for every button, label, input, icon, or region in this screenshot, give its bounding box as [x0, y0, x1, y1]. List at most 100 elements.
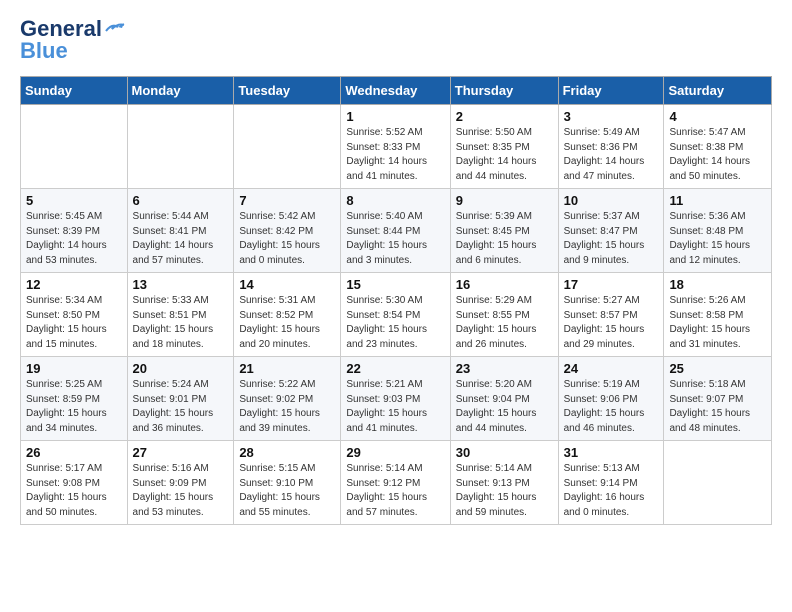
day-number: 23: [456, 361, 553, 376]
day-cell: 24 Sunrise: 5:19 AM Sunset: 9:06 PM Dayli…: [558, 357, 664, 441]
header: General Blue: [20, 16, 772, 64]
day-cell: 30 Sunrise: 5:14 AM Sunset: 9:13 PM Dayli…: [450, 441, 558, 525]
day-info: Sunrise: 5:52 AM Sunset: 8:33 PM Dayligh…: [346, 126, 444, 184]
day-number: 12: [26, 277, 122, 292]
week-row-3: 12 Sunrise: 5:34 AM Sunset: 8:50 PM Dayli…: [21, 273, 772, 357]
day-cell: 28 Sunrise: 5:15 AM Sunset: 9:10 PM Dayli…: [234, 441, 341, 525]
day-cell: [127, 105, 234, 189]
day-cell: 17 Sunrise: 5:27 AM Sunset: 8:57 PM Dayli…: [558, 273, 664, 357]
weekday-monday: Monday: [127, 77, 234, 105]
day-info: Sunrise: 5:40 AM Sunset: 8:44 PM Dayligh…: [346, 210, 444, 268]
weekday-tuesday: Tuesday: [234, 77, 341, 105]
day-number: 24: [564, 361, 659, 376]
day-cell: 21Sunrise: 5:22 AM Sunset: 9:02 PM Dayli…: [234, 357, 341, 441]
day-info: Sunrise: 5:18 AM Sunset: 9:07 PM Dayligh…: [669, 378, 766, 436]
day-number: 7: [239, 193, 335, 208]
day-cell: 2 Sunrise: 5:50 AM Sunset: 8:35 PM Daylig…: [450, 105, 558, 189]
day-number: 2: [456, 109, 553, 124]
day-number: 21: [239, 361, 335, 376]
day-number: 5: [26, 193, 122, 208]
logo-bird-icon: [104, 21, 126, 37]
day-info: Sunrise: 5:13 AM Sunset: 9:14 PM Dayligh…: [564, 462, 659, 520]
calendar-body: 1 Sunrise: 5:52 AM Sunset: 8:33 PM Daylig…: [21, 105, 772, 525]
day-cell: 20 Sunrise: 5:24 AM Sunset: 9:01 PM Dayli…: [127, 357, 234, 441]
day-info: Sunrise: 5:47 AM Sunset: 8:38 PM Dayligh…: [669, 126, 766, 184]
day-info: Sunrise: 5:14 AM Sunset: 9:12 PM Dayligh…: [346, 462, 444, 520]
day-number: 11: [669, 193, 766, 208]
day-number: 6: [133, 193, 229, 208]
day-cell: 4 Sunrise: 5:47 AM Sunset: 8:38 PM Daylig…: [664, 105, 772, 189]
day-cell: 19 Sunrise: 5:25 AM Sunset: 8:59 PM Dayli…: [21, 357, 128, 441]
day-cell: 5Sunrise: 5:45 AM Sunset: 8:39 PM Daylig…: [21, 189, 128, 273]
weekday-header-row: SundayMondayTuesdayWednesdayThursdayFrid…: [21, 77, 772, 105]
day-cell: [21, 105, 128, 189]
day-info: Sunrise: 5:24 AM Sunset: 9:01 PM Dayligh…: [133, 378, 229, 436]
page: General Blue SundayMondayTuesdayWednesda…: [0, 0, 792, 545]
day-info: Sunrise: 5:19 AM Sunset: 9:06 PM Dayligh…: [564, 378, 659, 436]
logo: General Blue: [20, 16, 126, 64]
day-number: 28: [239, 445, 335, 460]
day-info: Sunrise: 5:33 AM Sunset: 8:51 PM Dayligh…: [133, 294, 229, 352]
day-cell: 3 Sunrise: 5:49 AM Sunset: 8:36 PM Daylig…: [558, 105, 664, 189]
day-info: Sunrise: 5:25 AM Sunset: 8:59 PM Dayligh…: [26, 378, 122, 436]
day-number: 17: [564, 277, 659, 292]
day-info: Sunrise: 5:50 AM Sunset: 8:35 PM Dayligh…: [456, 126, 553, 184]
day-info: Sunrise: 5:31 AM Sunset: 8:52 PM Dayligh…: [239, 294, 335, 352]
day-info: Sunrise: 5:15 AM Sunset: 9:10 PM Dayligh…: [239, 462, 335, 520]
day-number: 10: [564, 193, 659, 208]
day-number: 22: [346, 361, 444, 376]
day-info: Sunrise: 5:30 AM Sunset: 8:54 PM Dayligh…: [346, 294, 444, 352]
day-number: 3: [564, 109, 659, 124]
day-info: Sunrise: 5:14 AM Sunset: 9:13 PM Dayligh…: [456, 462, 553, 520]
calendar: SundayMondayTuesdayWednesdayThursdayFrid…: [20, 76, 772, 525]
day-cell: 13 Sunrise: 5:33 AM Sunset: 8:51 PM Dayli…: [127, 273, 234, 357]
day-cell: 25 Sunrise: 5:18 AM Sunset: 9:07 PM Dayli…: [664, 357, 772, 441]
day-cell: 22Sunrise: 5:21 AM Sunset: 9:03 PM Dayli…: [341, 357, 450, 441]
day-cell: 12 Sunrise: 5:34 AM Sunset: 8:50 PM Dayli…: [21, 273, 128, 357]
day-cell: 10Sunrise: 5:37 AM Sunset: 8:47 PM Dayli…: [558, 189, 664, 273]
day-cell: 1 Sunrise: 5:52 AM Sunset: 8:33 PM Daylig…: [341, 105, 450, 189]
weekday-sunday: Sunday: [21, 77, 128, 105]
day-number: 15: [346, 277, 444, 292]
week-row-4: 19 Sunrise: 5:25 AM Sunset: 8:59 PM Dayli…: [21, 357, 772, 441]
day-number: 31: [564, 445, 659, 460]
week-row-5: 26Sunrise: 5:17 AM Sunset: 9:08 PM Dayli…: [21, 441, 772, 525]
day-cell: 7 Sunrise: 5:42 AM Sunset: 8:42 PM Daylig…: [234, 189, 341, 273]
day-number: 30: [456, 445, 553, 460]
day-cell: 23Sunrise: 5:20 AM Sunset: 9:04 PM Dayli…: [450, 357, 558, 441]
day-cell: 27Sunrise: 5:16 AM Sunset: 9:09 PM Dayli…: [127, 441, 234, 525]
weekday-friday: Friday: [558, 77, 664, 105]
day-cell: 18 Sunrise: 5:26 AM Sunset: 8:58 PM Dayli…: [664, 273, 772, 357]
day-info: Sunrise: 5:27 AM Sunset: 8:57 PM Dayligh…: [564, 294, 659, 352]
day-cell: 31 Sunrise: 5:13 AM Sunset: 9:14 PM Dayli…: [558, 441, 664, 525]
day-info: Sunrise: 5:34 AM Sunset: 8:50 PM Dayligh…: [26, 294, 122, 352]
logo-blue: Blue: [20, 38, 68, 64]
weekday-wednesday: Wednesday: [341, 77, 450, 105]
day-cell: 8 Sunrise: 5:40 AM Sunset: 8:44 PM Daylig…: [341, 189, 450, 273]
day-info: Sunrise: 5:42 AM Sunset: 8:42 PM Dayligh…: [239, 210, 335, 268]
day-cell: 14 Sunrise: 5:31 AM Sunset: 8:52 PM Dayli…: [234, 273, 341, 357]
week-row-2: 5Sunrise: 5:45 AM Sunset: 8:39 PM Daylig…: [21, 189, 772, 273]
day-number: 9: [456, 193, 553, 208]
day-number: 8: [346, 193, 444, 208]
day-cell: 16Sunrise: 5:29 AM Sunset: 8:55 PM Dayli…: [450, 273, 558, 357]
day-info: Sunrise: 5:39 AM Sunset: 8:45 PM Dayligh…: [456, 210, 553, 268]
day-info: Sunrise: 5:29 AM Sunset: 8:55 PM Dayligh…: [456, 294, 553, 352]
day-info: Sunrise: 5:26 AM Sunset: 8:58 PM Dayligh…: [669, 294, 766, 352]
day-cell: [234, 105, 341, 189]
day-number: 20: [133, 361, 229, 376]
day-number: 26: [26, 445, 122, 460]
day-number: 18: [669, 277, 766, 292]
day-cell: 26Sunrise: 5:17 AM Sunset: 9:08 PM Dayli…: [21, 441, 128, 525]
week-row-1: 1 Sunrise: 5:52 AM Sunset: 8:33 PM Daylig…: [21, 105, 772, 189]
day-number: 25: [669, 361, 766, 376]
day-cell: [664, 441, 772, 525]
day-number: 14: [239, 277, 335, 292]
day-number: 13: [133, 277, 229, 292]
day-cell: 6Sunrise: 5:44 AM Sunset: 8:41 PM Daylig…: [127, 189, 234, 273]
day-number: 1: [346, 109, 444, 124]
day-info: Sunrise: 5:49 AM Sunset: 8:36 PM Dayligh…: [564, 126, 659, 184]
day-number: 4: [669, 109, 766, 124]
weekday-saturday: Saturday: [664, 77, 772, 105]
day-number: 19: [26, 361, 122, 376]
